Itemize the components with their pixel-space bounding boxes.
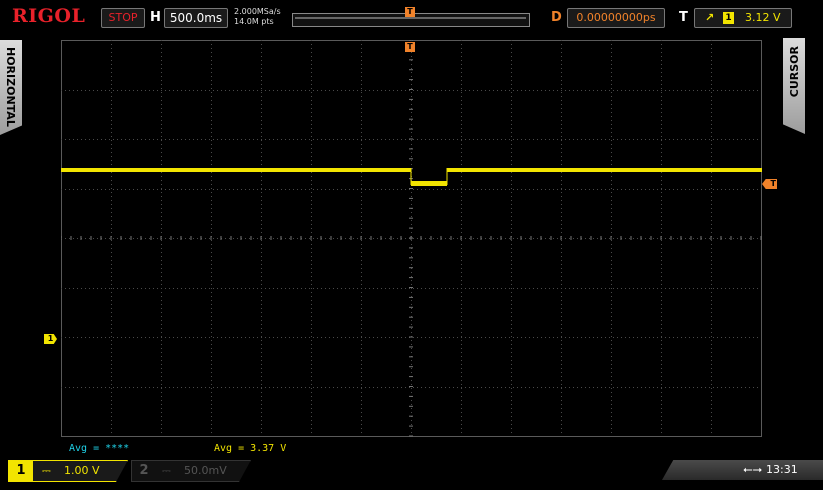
rising-edge-icon: ↗ xyxy=(705,11,715,24)
horizontal-tab-label: HORIZONTAL xyxy=(4,47,17,127)
trace-falling-edge xyxy=(410,168,412,185)
ch1-offset-marker[interactable]: 1 xyxy=(44,334,57,344)
horizontal-menu-tab[interactable]: HORIZONTAL xyxy=(0,40,22,135)
channel-2-button[interactable]: 2 ⎓ 50.0mV xyxy=(131,460,251,482)
sample-rate: 2.000MSa/s xyxy=(234,7,281,16)
trace-segment-high-left xyxy=(61,168,411,172)
channel-1-button[interactable]: 1 ⎓ 1.00 V xyxy=(8,460,128,482)
horizontal-label: H xyxy=(150,10,161,25)
ch1-trace xyxy=(61,168,762,186)
system-status-bar: ⭠⭢ 13:31 xyxy=(662,460,823,480)
trigger-level-marker[interactable]: T xyxy=(762,179,777,189)
measurement-avg-1: Avg = **** xyxy=(69,443,130,454)
cursor-menu-tab[interactable]: CURSOR xyxy=(783,38,805,134)
trigger-source-badge: 1 xyxy=(723,12,734,24)
memory-depth: 14.0M pts xyxy=(234,17,274,26)
channel-2-scale: 50.0mV xyxy=(184,464,227,477)
timebase-readout[interactable]: 500.0ms xyxy=(164,8,228,28)
measurement-avg-2: Avg = 3.37 V xyxy=(214,443,287,454)
trigger-label: T xyxy=(679,10,688,25)
delay-label: D xyxy=(551,10,562,25)
trigger-readout[interactable]: ↗ 1 3.12 V xyxy=(694,8,792,28)
trace-segment-low xyxy=(411,181,447,186)
delay-readout[interactable]: 0.00000000ps xyxy=(567,8,665,28)
clock: 13:31 xyxy=(766,463,798,476)
trigger-position-top-marker: T xyxy=(405,7,415,17)
trigger-level-value: 3.12 V xyxy=(745,11,781,24)
channel-1-number: 1 xyxy=(9,461,33,481)
dc-coupling-icon: ⎓ xyxy=(162,464,171,477)
acquisition-info: 2.000MSa/s 14.0M pts xyxy=(234,7,281,27)
waveform-display[interactable] xyxy=(61,40,762,437)
cursor-tab-label: CURSOR xyxy=(788,46,801,98)
channel-1-scale: 1.00 V xyxy=(64,464,100,477)
channel-2-number: 2 xyxy=(139,463,149,478)
run-status-badge[interactable]: STOP xyxy=(101,8,145,28)
usb-icon[interactable]: ⭠⭢ xyxy=(743,462,762,477)
trace-segment-high-right xyxy=(447,168,762,172)
trigger-position-marker[interactable]: T xyxy=(405,42,415,52)
brand-logo: RIGOL xyxy=(12,5,86,27)
trace-rising-edge xyxy=(446,168,448,185)
dc-coupling-icon: ⎓ xyxy=(42,464,51,477)
